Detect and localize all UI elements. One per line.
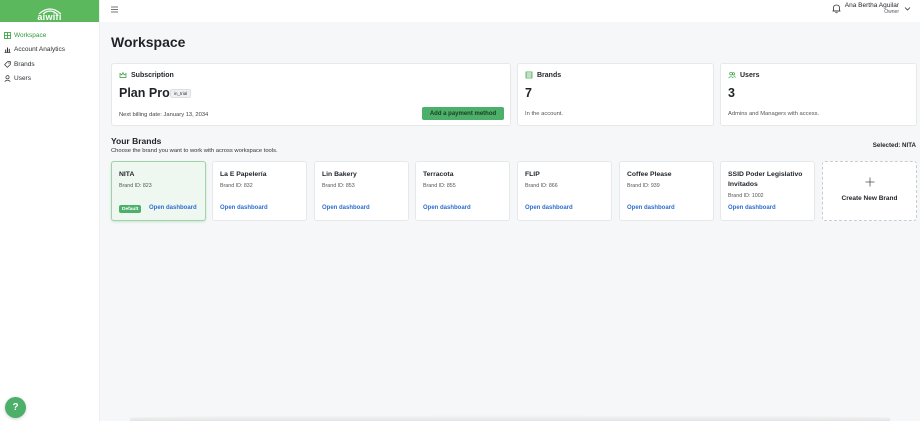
user-role: Owner: [884, 9, 899, 15]
logo-bar: aiwifi: [0, 0, 99, 22]
brands-count: 7: [525, 86, 532, 100]
subscription-heading: Subscription: [119, 71, 174, 79]
brand-card-ssid-poder-legislativo[interactable]: SSID Poder Legislativo Invitados Brand I…: [720, 161, 815, 221]
users-summary-card: Users 3 Admins and Managers with access.: [720, 63, 917, 126]
trial-status-badge: in_trial: [170, 89, 192, 98]
sidebar: aiwifi Workspace Account Analytics Brand…: [0, 0, 100, 421]
crown-icon: [119, 71, 127, 78]
brand-id: Brand ID: 1002: [728, 193, 764, 199]
bottom-shadow: [130, 415, 890, 421]
brands-summary-card: Brands 7 In the account.: [517, 63, 714, 126]
create-new-brand-button[interactable]: Create New Brand: [822, 161, 917, 221]
your-brands-subtitle: Choose the brand you want to work with a…: [111, 148, 278, 154]
menu-toggle-icon[interactable]: [110, 5, 119, 14]
brand-id: Brand ID: 853: [322, 183, 355, 189]
brand-name: FLIP: [525, 171, 540, 178]
users-summary-label: Users: [740, 71, 760, 79]
open-dashboard-link[interactable]: Open dashboard: [728, 205, 776, 211]
grid-icon: [3, 31, 11, 39]
chevron-down-icon[interactable]: [904, 5, 911, 12]
brands-desc: In the account.: [525, 111, 564, 117]
brand-id: Brand ID: 855: [423, 183, 456, 189]
selected-brand-label: Selected: NITA: [872, 142, 916, 149]
brand-name: Terracota: [423, 171, 454, 178]
open-dashboard-link[interactable]: Open dashboard: [322, 205, 370, 211]
add-payment-method-button[interactable]: Add a payment method: [422, 107, 504, 120]
brand-name: SSID Poder Legislativo Invitados: [728, 171, 803, 188]
brand-card-terracota[interactable]: Terracota Brand ID: 855 Open dashboard: [415, 161, 510, 221]
open-dashboard-link[interactable]: Open dashboard: [525, 205, 573, 211]
brands-summary-heading: Brands: [525, 71, 561, 79]
sidebar-item-label: Users: [14, 75, 31, 83]
sidebar-item-account-analytics[interactable]: Account Analytics: [0, 43, 99, 58]
brand-id: Brand ID: 823: [119, 183, 152, 189]
topbar: Ana Bertha Aguilar Owner: [100, 0, 920, 22]
open-dashboard-link[interactable]: Open dashboard: [149, 205, 197, 211]
users-icon: [728, 71, 736, 79]
sidebar-item-users[interactable]: Users: [0, 72, 99, 87]
help-icon: ?: [12, 402, 19, 413]
brand-name: Lin Bakery: [322, 171, 357, 178]
sidebar-item-workspace[interactable]: Workspace: [0, 28, 99, 43]
brands-summary-label: Brands: [537, 71, 562, 79]
tag-icon: [3, 60, 11, 68]
sidebar-item-label: Account Analytics: [14, 46, 65, 54]
bell-icon[interactable]: [831, 3, 842, 14]
brand-card-coffee-please[interactable]: Coffee Please Brand ID: 939 Open dashboa…: [619, 161, 714, 221]
your-brands-title: Your Brands: [111, 136, 162, 146]
create-new-brand-label: Create New Brand: [841, 195, 898, 202]
user-icon: [3, 75, 11, 83]
page-title: Workspace: [111, 34, 186, 50]
brand-id: Brand ID: 866: [525, 183, 558, 189]
plus-icon: [865, 177, 875, 187]
open-dashboard-link[interactable]: Open dashboard: [423, 205, 471, 211]
logo-text: aiwifi: [37, 11, 62, 22]
users-summary-heading: Users: [728, 71, 759, 79]
default-badge: Default: [119, 205, 142, 213]
next-billing-date: Next billing date: January 13, 2034: [119, 112, 209, 118]
brand-card-lin-bakery[interactable]: Lin Bakery Brand ID: 853 Open dashboard: [314, 161, 409, 221]
brand-id: Brand ID: 832: [220, 183, 253, 189]
bar-chart-icon: [3, 46, 11, 54]
sidebar-item-label: Workspace: [14, 31, 47, 39]
subscription-heading-label: Subscription: [131, 71, 174, 79]
brand-name: Coffee Please: [627, 171, 672, 178]
brand-name: La E Papelería: [220, 171, 267, 178]
logo[interactable]: aiwifi: [37, 7, 63, 22]
sidebar-item-label: Brands: [14, 60, 35, 68]
help-button[interactable]: ?: [5, 397, 26, 418]
open-dashboard-link[interactable]: Open dashboard: [627, 205, 675, 211]
brand-id: Brand ID: 939: [627, 183, 660, 189]
open-dashboard-link[interactable]: Open dashboard: [220, 205, 268, 211]
brand-card-flip[interactable]: FLIP Brand ID: 866 Open dashboard: [517, 161, 612, 221]
brand-card-la-e-papeleria[interactable]: La E Papelería Brand ID: 832 Open dashbo…: [212, 161, 307, 221]
subscription-card: Subscription Plan Pro in_trial Next bill…: [111, 63, 511, 126]
building-icon: [525, 71, 533, 79]
main-content: Workspace Subscription Plan Pro in_trial…: [100, 22, 920, 421]
users-count: 3: [728, 86, 735, 100]
sidebar-item-brands[interactable]: Brands: [0, 57, 99, 72]
brand-name: NITA: [119, 171, 135, 178]
users-desc: Admins and Managers with access.: [728, 111, 820, 117]
plan-name: Plan Pro: [119, 86, 170, 100]
brand-card-nita[interactable]: NITA Brand ID: 823 Default Open dashboar…: [111, 161, 206, 221]
sidebar-nav: Workspace Account Analytics Brands Users: [0, 28, 99, 86]
